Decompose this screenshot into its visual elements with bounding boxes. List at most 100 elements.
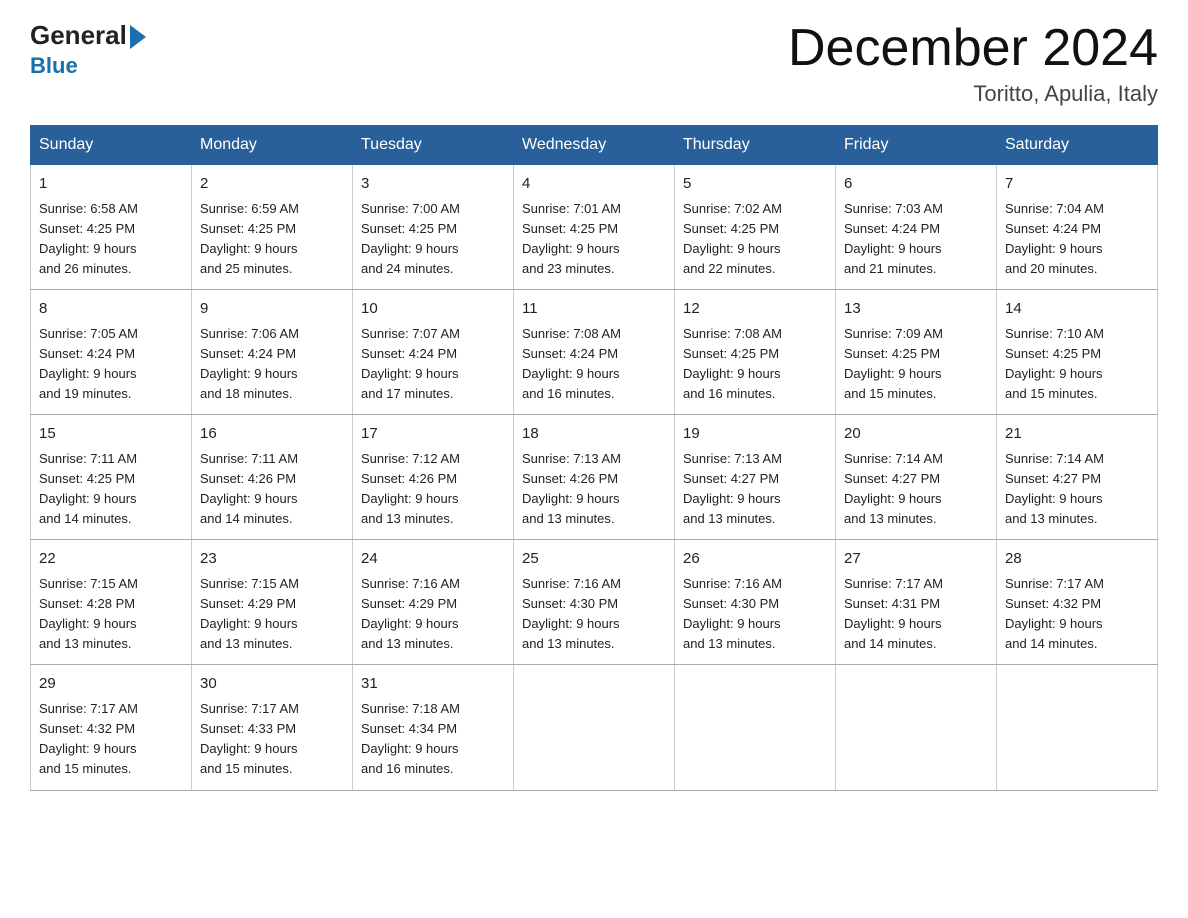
day-info: Sunrise: 7:18 AMSunset: 4:34 PMDaylight:… [361, 699, 505, 780]
day-number: 20 [844, 423, 988, 446]
day-number: 25 [522, 548, 666, 571]
calendar-cell: 8 Sunrise: 7:05 AMSunset: 4:24 PMDaylight… [31, 290, 192, 415]
day-info: Sunrise: 7:09 AMSunset: 4:25 PMDaylight:… [844, 324, 988, 405]
calendar-table: Sunday Monday Tuesday Wednesday Thursday… [30, 125, 1158, 790]
calendar-cell: 16 Sunrise: 7:11 AMSunset: 4:26 PMDayligh… [192, 415, 353, 540]
day-number: 10 [361, 298, 505, 321]
day-info: Sunrise: 7:13 AMSunset: 4:26 PMDaylight:… [522, 449, 666, 530]
day-info: Sunrise: 7:08 AMSunset: 4:24 PMDaylight:… [522, 324, 666, 405]
day-info: Sunrise: 7:17 AMSunset: 4:32 PMDaylight:… [1005, 574, 1149, 655]
calendar-cell: 13 Sunrise: 7:09 AMSunset: 4:25 PMDayligh… [836, 290, 997, 415]
day-info: Sunrise: 7:13 AMSunset: 4:27 PMDaylight:… [683, 449, 827, 530]
calendar-week-1: 1 Sunrise: 6:58 AMSunset: 4:25 PMDaylight… [31, 165, 1158, 290]
day-number: 11 [522, 298, 666, 321]
day-info: Sunrise: 7:00 AMSunset: 4:25 PMDaylight:… [361, 199, 505, 280]
calendar-cell [836, 665, 997, 790]
calendar-cell: 19 Sunrise: 7:13 AMSunset: 4:27 PMDayligh… [675, 415, 836, 540]
month-title: December 2024 [788, 20, 1158, 77]
col-sunday: Sunday [31, 126, 192, 165]
logo-arrow-icon [130, 25, 146, 49]
day-number: 24 [361, 548, 505, 571]
calendar-week-3: 15Sunrise: 7:11 AMSunset: 4:25 PMDayligh… [31, 415, 1158, 540]
calendar-cell: 17Sunrise: 7:12 AMSunset: 4:26 PMDayligh… [353, 415, 514, 540]
day-info: Sunrise: 7:15 AMSunset: 4:29 PMDaylight:… [200, 574, 344, 655]
col-friday: Friday [836, 126, 997, 165]
calendar-cell: 24 Sunrise: 7:16 AMSunset: 4:29 PMDayligh… [353, 540, 514, 665]
day-info: Sunrise: 7:11 AMSunset: 4:26 PMDaylight:… [200, 449, 344, 530]
day-number: 13 [844, 298, 988, 321]
day-info: Sunrise: 7:08 AMSunset: 4:25 PMDaylight:… [683, 324, 827, 405]
header-row: Sunday Monday Tuesday Wednesday Thursday… [31, 126, 1158, 165]
calendar-cell: 10 Sunrise: 7:07 AMSunset: 4:24 PMDayligh… [353, 290, 514, 415]
calendar-cell: 9 Sunrise: 7:06 AMSunset: 4:24 PMDaylight… [192, 290, 353, 415]
day-info: Sunrise: 6:59 AMSunset: 4:25 PMDaylight:… [200, 199, 344, 280]
day-number: 28 [1005, 548, 1149, 571]
day-number: 2 [200, 173, 344, 196]
day-info: Sunrise: 7:16 AMSunset: 4:30 PMDaylight:… [522, 574, 666, 655]
calendar-cell: 14Sunrise: 7:10 AMSunset: 4:25 PMDayligh… [997, 290, 1158, 415]
day-info: Sunrise: 7:07 AMSunset: 4:24 PMDaylight:… [361, 324, 505, 405]
day-number: 1 [39, 173, 183, 196]
day-info: Sunrise: 7:17 AMSunset: 4:33 PMDaylight:… [200, 699, 344, 780]
calendar-week-2: 8 Sunrise: 7:05 AMSunset: 4:24 PMDaylight… [31, 290, 1158, 415]
day-number: 31 [361, 673, 505, 696]
col-tuesday: Tuesday [353, 126, 514, 165]
calendar-cell: 12 Sunrise: 7:08 AMSunset: 4:25 PMDayligh… [675, 290, 836, 415]
day-number: 15 [39, 423, 183, 446]
day-number: 17 [361, 423, 505, 446]
day-number: 3 [361, 173, 505, 196]
calendar-cell: 23 Sunrise: 7:15 AMSunset: 4:29 PMDayligh… [192, 540, 353, 665]
day-info: Sunrise: 7:05 AMSunset: 4:24 PMDaylight:… [39, 324, 183, 405]
day-info: Sunrise: 7:10 AMSunset: 4:25 PMDaylight:… [1005, 324, 1149, 405]
day-number: 6 [844, 173, 988, 196]
day-number: 19 [683, 423, 827, 446]
calendar-cell: 30Sunrise: 7:17 AMSunset: 4:33 PMDayligh… [192, 665, 353, 790]
day-number: 8 [39, 298, 183, 321]
calendar-cell: 18 Sunrise: 7:13 AMSunset: 4:26 PMDayligh… [514, 415, 675, 540]
calendar-cell: 1 Sunrise: 6:58 AMSunset: 4:25 PMDaylight… [31, 165, 192, 290]
calendar-cell: 27Sunrise: 7:17 AMSunset: 4:31 PMDayligh… [836, 540, 997, 665]
day-info: Sunrise: 7:16 AMSunset: 4:29 PMDaylight:… [361, 574, 505, 655]
calendar-cell: 7Sunrise: 7:04 AMSunset: 4:24 PMDaylight… [997, 165, 1158, 290]
calendar-cell: 25 Sunrise: 7:16 AMSunset: 4:30 PMDayligh… [514, 540, 675, 665]
calendar-cell [675, 665, 836, 790]
calendar-cell [514, 665, 675, 790]
calendar-cell: 22 Sunrise: 7:15 AMSunset: 4:28 PMDayligh… [31, 540, 192, 665]
location-title: Toritto, Apulia, Italy [788, 81, 1158, 107]
calendar-cell: 5Sunrise: 7:02 AMSunset: 4:25 PMDaylight… [675, 165, 836, 290]
day-number: 9 [200, 298, 344, 321]
day-info: Sunrise: 6:58 AMSunset: 4:25 PMDaylight:… [39, 199, 183, 280]
logo-blue-text: Blue [30, 53, 78, 79]
calendar-cell: 15Sunrise: 7:11 AMSunset: 4:25 PMDayligh… [31, 415, 192, 540]
calendar-body: 1 Sunrise: 6:58 AMSunset: 4:25 PMDaylight… [31, 165, 1158, 790]
calendar-cell: 20 Sunrise: 7:14 AMSunset: 4:27 PMDayligh… [836, 415, 997, 540]
day-number: 4 [522, 173, 666, 196]
day-number: 21 [1005, 423, 1149, 446]
day-number: 26 [683, 548, 827, 571]
day-number: 12 [683, 298, 827, 321]
col-thursday: Thursday [675, 126, 836, 165]
day-info: Sunrise: 7:02 AMSunset: 4:25 PMDaylight:… [683, 199, 827, 280]
calendar-cell: 26 Sunrise: 7:16 AMSunset: 4:30 PMDayligh… [675, 540, 836, 665]
day-info: Sunrise: 7:14 AMSunset: 4:27 PMDaylight:… [1005, 449, 1149, 530]
day-info: Sunrise: 7:15 AMSunset: 4:28 PMDaylight:… [39, 574, 183, 655]
logo: General Blue [30, 20, 146, 79]
day-info: Sunrise: 7:16 AMSunset: 4:30 PMDaylight:… [683, 574, 827, 655]
day-number: 16 [200, 423, 344, 446]
day-number: 18 [522, 423, 666, 446]
calendar-cell: 31 Sunrise: 7:18 AMSunset: 4:34 PMDayligh… [353, 665, 514, 790]
calendar-cell: 29Sunrise: 7:17 AMSunset: 4:32 PMDayligh… [31, 665, 192, 790]
calendar-week-5: 29Sunrise: 7:17 AMSunset: 4:32 PMDayligh… [31, 665, 1158, 790]
calendar-header: Sunday Monday Tuesday Wednesday Thursday… [31, 126, 1158, 165]
calendar-cell: 3 Sunrise: 7:00 AMSunset: 4:25 PMDaylight… [353, 165, 514, 290]
calendar-cell: 2 Sunrise: 6:59 AMSunset: 4:25 PMDaylight… [192, 165, 353, 290]
day-info: Sunrise: 7:03 AMSunset: 4:24 PMDaylight:… [844, 199, 988, 280]
day-info: Sunrise: 7:14 AMSunset: 4:27 PMDaylight:… [844, 449, 988, 530]
calendar-cell: 21 Sunrise: 7:14 AMSunset: 4:27 PMDayligh… [997, 415, 1158, 540]
day-number: 7 [1005, 173, 1149, 196]
logo-general-text: General [30, 20, 127, 51]
day-number: 23 [200, 548, 344, 571]
col-wednesday: Wednesday [514, 126, 675, 165]
day-number: 22 [39, 548, 183, 571]
day-info: Sunrise: 7:06 AMSunset: 4:24 PMDaylight:… [200, 324, 344, 405]
